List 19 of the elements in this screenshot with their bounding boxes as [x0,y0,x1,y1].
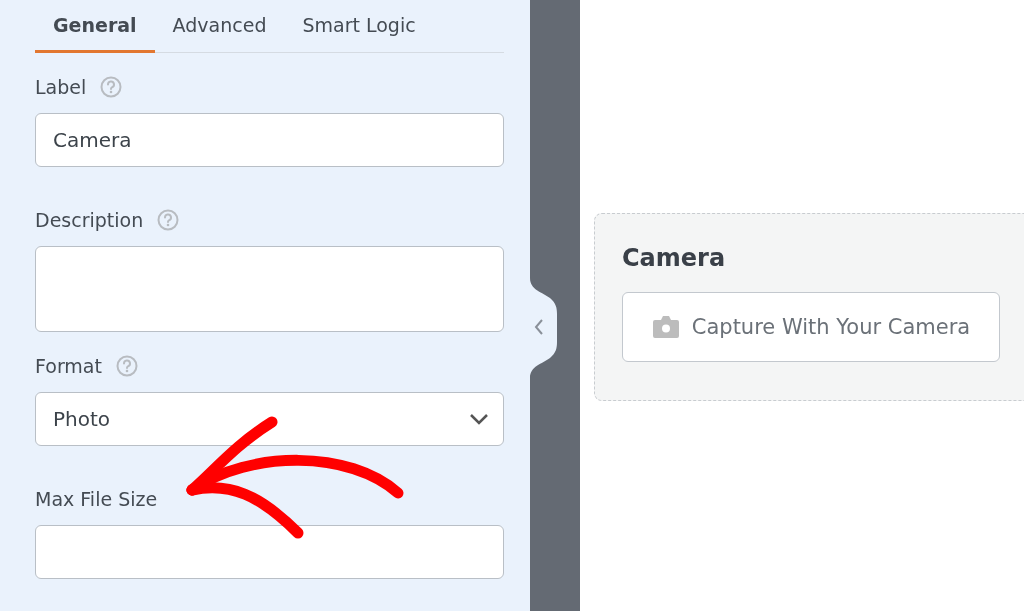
camera-icon [651,315,680,339]
field-preview-card[interactable]: Camera Capture With Your Camera [594,213,1024,401]
field-label: Max File Size [35,488,158,510]
field-label: Label [35,76,87,98]
select-field[interactable]: Photo [35,392,504,446]
text-field[interactable]: Camera [35,113,504,167]
tab[interactable]: Smart Logic [284,0,434,53]
text-field[interactable] [35,525,504,579]
help-icon[interactable] [157,209,180,231]
textarea-field[interactable] [35,246,504,332]
capture-button[interactable]: Capture With Your Camera [622,292,1000,362]
chevron-down-icon [469,413,489,425]
tab[interactable]: Advanced [154,0,285,53]
tab[interactable]: General [35,0,155,53]
help-icon[interactable] [115,355,138,377]
field-label: Format [35,355,102,377]
help-icon[interactable] [100,76,123,98]
field-label: Description [35,209,144,231]
field-title: Camera [622,244,727,272]
